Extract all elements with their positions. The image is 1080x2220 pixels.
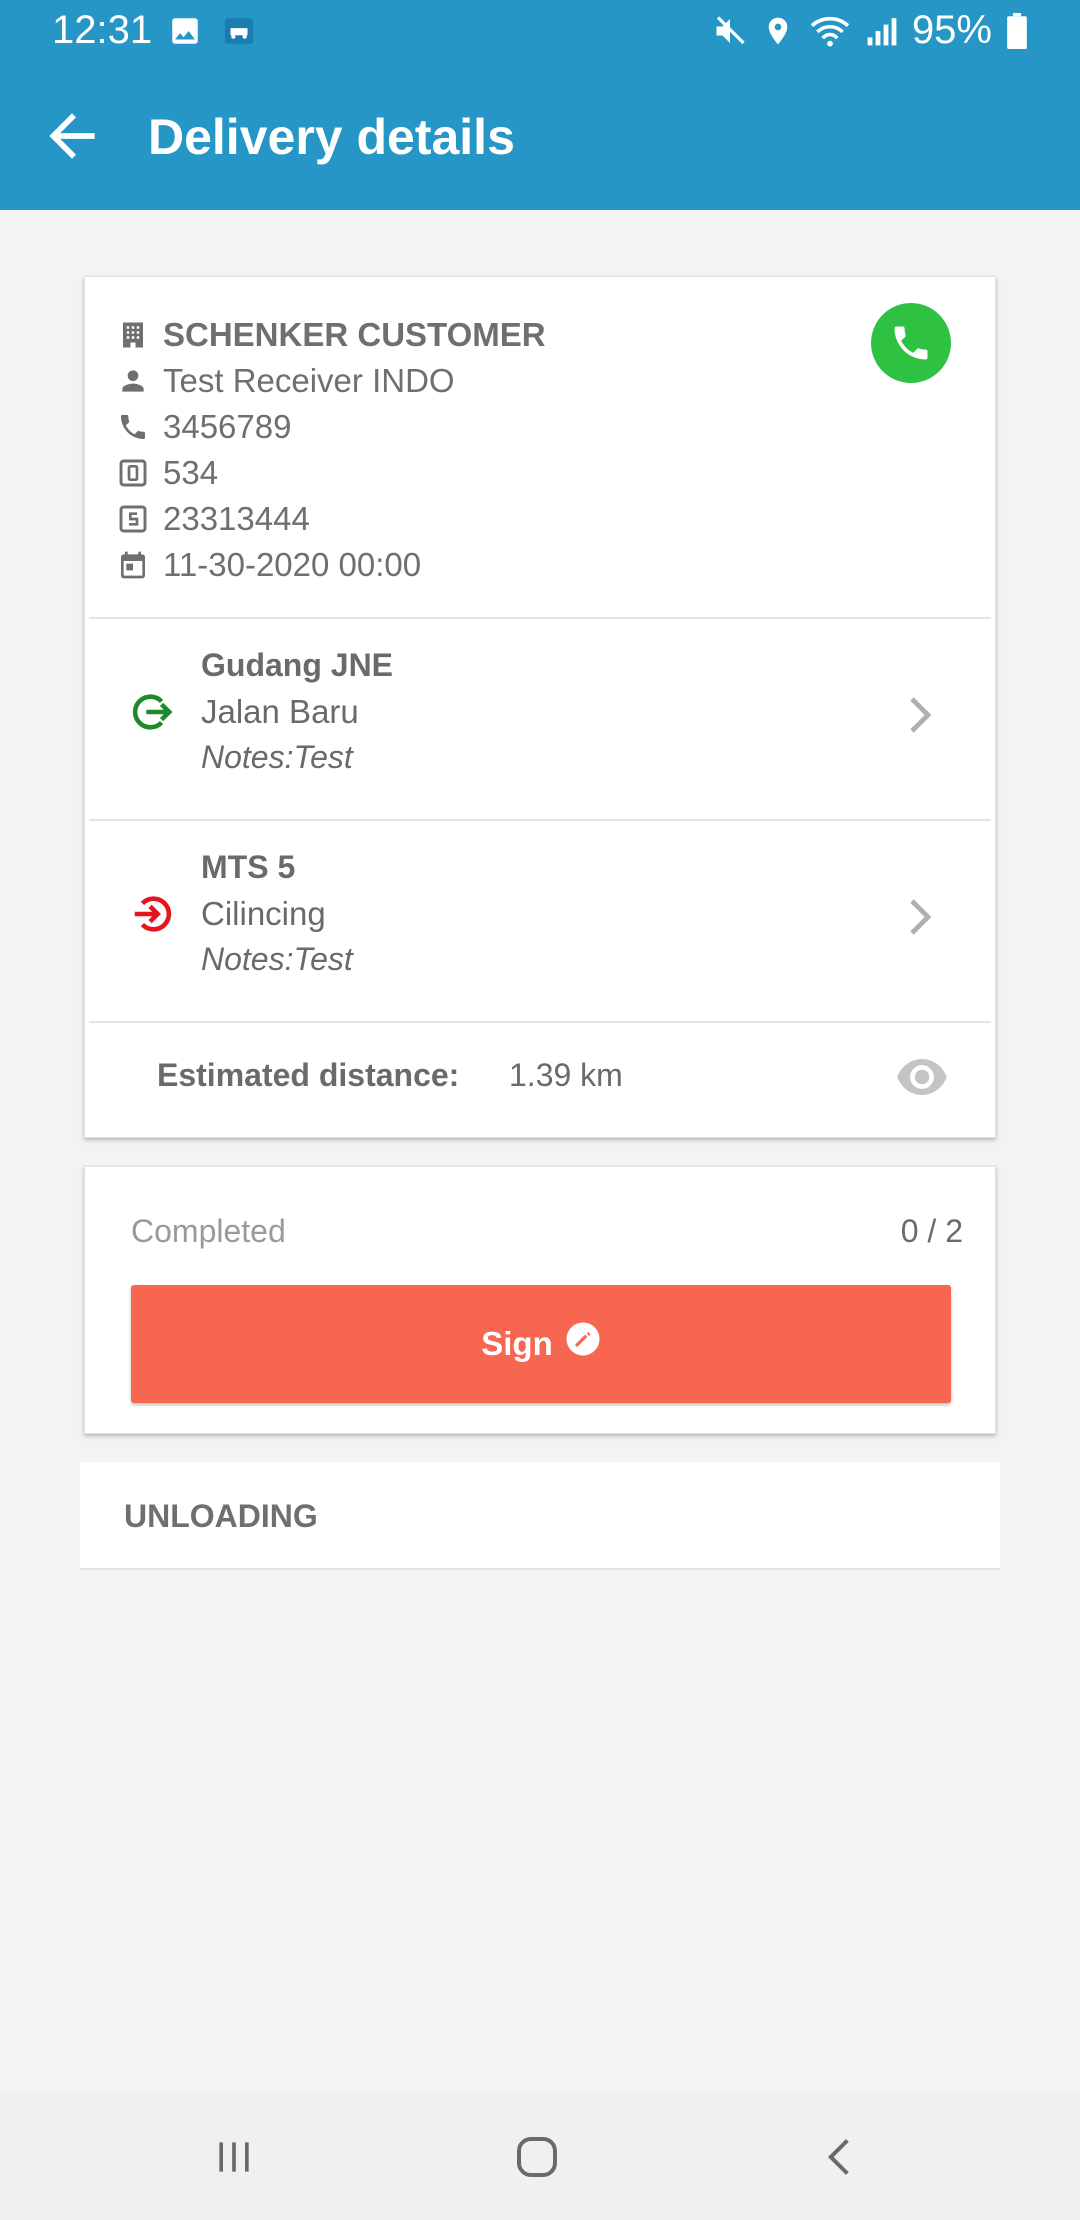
battery-icon <box>1006 12 1028 49</box>
phone-number: 3456789 <box>163 408 292 445</box>
home-icon <box>517 2137 557 2177</box>
gallery-icon <box>168 14 202 53</box>
distance-row: Estimated distance: 1.39 km <box>85 1021 995 1137</box>
app-bar: Delivery details <box>0 66 1080 210</box>
phone-icon <box>894 326 928 360</box>
stop-notes: Notes:Test <box>201 941 353 977</box>
signal-icon <box>866 14 898 48</box>
back-nav-button[interactable] <box>800 2124 880 2190</box>
delivery-datetime: 11-30-2020 00:00 <box>163 546 422 583</box>
stop-pickup[interactable]: Gudang JNE Jalan Baru Notes:Test <box>85 619 995 819</box>
phone-row: 3456789 <box>113 407 291 447</box>
shipment-row: 23313444 <box>113 499 310 539</box>
sign-button[interactable]: Sign <box>131 1285 951 1403</box>
unloading-section[interactable]: UNLOADING <box>80 1462 1000 1570</box>
phone-small-icon <box>113 407 153 447</box>
distance-value: 1.39 km <box>509 1057 623 1093</box>
back-nav-icon <box>827 2139 849 2175</box>
wifi-icon <box>808 13 852 49</box>
distance-label: Estimated distance: <box>157 1057 460 1093</box>
eye-icon[interactable] <box>895 1055 949 1099</box>
stop-address: Cilincing <box>201 895 326 932</box>
order-number: 534 <box>163 454 219 491</box>
customer-info: SCHENKER CUSTOMER Test Receiver INDO 345… <box>85 277 995 617</box>
shipment-number-icon <box>113 499 153 539</box>
receiver-name: Test Receiver INDO <box>163 362 455 399</box>
mute-icon <box>712 13 748 49</box>
receiver-row: Test Receiver INDO <box>113 361 455 401</box>
dropoff-enter-icon <box>134 896 172 932</box>
section-title: UNLOADING <box>124 1498 318 1534</box>
shipment-number: 23313444 <box>163 500 310 537</box>
chevron-right-icon <box>910 899 932 935</box>
completion-card: Completed 0 / 2 Sign <box>84 1166 996 1434</box>
system-icons: 95% <box>712 8 1028 53</box>
pencil-icon <box>566 1322 600 1356</box>
stop-dropoff[interactable]: MTS 5 Cilincing Notes:Test <box>85 821 995 1021</box>
calendar-icon <box>113 545 153 585</box>
building-icon <box>113 315 153 355</box>
status-bar: 12:31 95% <box>0 0 1080 66</box>
order-number-icon <box>113 453 153 493</box>
status-time: 12:31 <box>52 8 153 52</box>
chevron-right-icon <box>910 697 932 733</box>
date-row: 11-30-2020 00:00 <box>113 545 421 585</box>
stop-notes: Notes:Test <box>201 739 353 775</box>
system-nav-bar <box>0 2094 1080 2220</box>
header: 12:31 95% Delivery details <box>0 0 1080 210</box>
back-button[interactable] <box>30 94 114 178</box>
delivery-card: SCHENKER CUSTOMER Test Receiver INDO 345… <box>84 276 996 1138</box>
battery-percent: 95% <box>911 8 992 52</box>
company-name: SCHENKER CUSTOMER <box>163 316 546 353</box>
company-row: SCHENKER CUSTOMER <box>113 315 546 355</box>
location-icon <box>762 13 794 49</box>
pickup-exit-icon <box>132 694 173 730</box>
stop-name: Gudang JNE <box>201 647 394 683</box>
page-title: Delivery details <box>148 109 515 165</box>
stop-name: MTS 5 <box>201 849 296 885</box>
order-row: 534 <box>113 453 218 493</box>
recent-apps-icon <box>219 2142 249 2172</box>
stop-address: Jalan Baru <box>201 693 359 730</box>
home-button[interactable] <box>497 2124 577 2190</box>
recent-apps-button[interactable] <box>194 2124 274 2190</box>
notification-icons <box>168 14 256 53</box>
completed-count: 0 / 2 <box>900 1213 963 1249</box>
person-icon <box>113 361 153 401</box>
call-button[interactable] <box>871 303 951 383</box>
arrow-back-icon <box>49 113 95 159</box>
completed-label: Completed <box>131 1213 286 1249</box>
app-notification-icon <box>222 14 256 53</box>
sign-label: Sign <box>481 1325 553 1362</box>
